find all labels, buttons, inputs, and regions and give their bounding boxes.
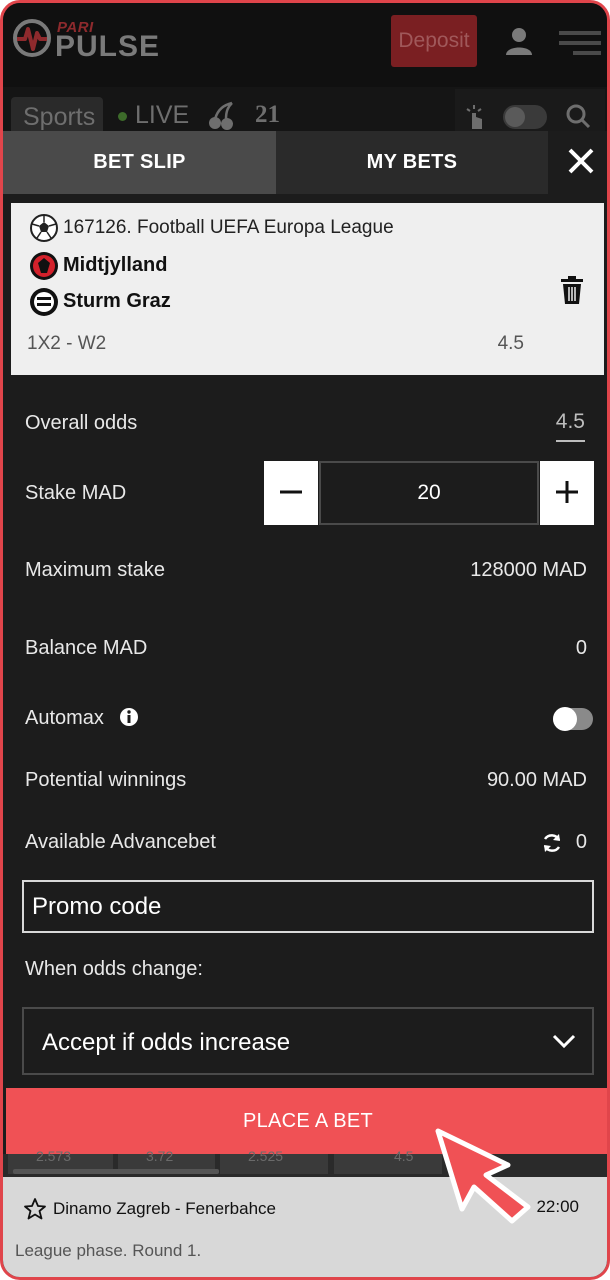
balance-label: Balance MAD <box>25 637 148 659</box>
odds-cell-value: 2.525 <box>248 1148 284 1164</box>
bet-market: 1X2 - W2 <box>27 333 107 354</box>
odds-change-selected: Accept if odds increase <box>42 1029 291 1056</box>
pointer-arrow-icon <box>435 1128 531 1224</box>
plus-icon <box>556 480 578 503</box>
bet-card: 167126. Football UEFA Europa League Midt… <box>11 203 604 375</box>
tab-bet-slip[interactable]: BET SLIP <box>3 131 276 194</box>
minus-icon <box>280 490 302 493</box>
event-title: 167126. Football UEFA Europa League <box>63 217 394 238</box>
tab-my-bets[interactable]: MY BETS <box>276 131 548 194</box>
stake-input[interactable] <box>319 461 539 525</box>
logo-text-pulse: PULSE <box>55 30 161 63</box>
automax-toggle[interactable] <box>553 707 593 731</box>
toggle-knob <box>553 707 577 731</box>
menu-icon[interactable] <box>559 31 601 55</box>
team-away-name: Sturm Graz <box>63 290 171 312</box>
sturm-graz-logo-icon <box>30 288 58 316</box>
potential-winnings-value: 90.00 MAD <box>486 769 587 791</box>
football-icon <box>30 214 58 242</box>
close-icon <box>568 148 593 174</box>
nav-21[interactable]: 21 <box>255 101 280 129</box>
tap-icon[interactable] <box>461 103 487 133</box>
overall-odds-label: Overall odds <box>25 412 138 434</box>
nav-sports-label: Sports <box>23 103 96 131</box>
max-stake-value: 128000 MAD <box>470 559 587 581</box>
chevron-down-icon <box>552 1034 576 1049</box>
stake-label: Stake MAD <box>25 482 127 504</box>
star-icon[interactable] <box>23 1197 47 1221</box>
deposit-button[interactable]: Deposit <box>391 15 477 67</box>
odds-cell: 2.525 <box>220 1148 328 1174</box>
balance-value: 0 <box>575 637 587 659</box>
refresh-icon[interactable] <box>541 832 563 854</box>
odds-cell-value: 4.5 <box>394 1148 414 1164</box>
odds-cell: 4.5 <box>334 1148 442 1174</box>
trash-icon[interactable] <box>561 276 583 304</box>
stake-decrease-button[interactable] <box>264 461 318 525</box>
odds-cell-value: 3.72 <box>146 1148 174 1164</box>
stake-increase-button[interactable] <box>540 461 594 525</box>
advancebet-label: Available Advancebet <box>25 831 216 853</box>
pari-pulse-logo-icon <box>13 19 51 57</box>
cherry-icon[interactable] <box>206 101 236 131</box>
search-icon[interactable] <box>565 103 591 129</box>
match-time: 22:00 <box>536 1197 579 1216</box>
odds-change-label: When odds change: <box>25 958 203 980</box>
info-icon[interactable] <box>119 707 139 727</box>
match-round: League phase. Round 1. <box>15 1241 202 1260</box>
nav-live[interactable]: LIVE <box>135 101 189 130</box>
odds-cell-value: 2.573 <box>36 1148 72 1164</box>
automax-label: Automax <box>25 707 104 729</box>
midtjylland-logo-icon <box>30 252 58 280</box>
close-button[interactable] <box>548 131 607 194</box>
horizontal-scrollbar[interactable] <box>13 1169 219 1174</box>
match-name: Dinamo Zagreb - Fenerbahce <box>53 1199 277 1218</box>
phone-frame: PARI PULSE Deposit Sports LIVE 21 BET SL… <box>0 0 610 1280</box>
user-icon[interactable] <box>503 25 535 57</box>
advancebet-value: 0 <box>575 831 587 853</box>
odds-change-select[interactable]: Accept if odds increase <box>22 1007 594 1075</box>
overall-odds-value: 4.5 <box>555 410 585 442</box>
potential-winnings-label: Potential winnings <box>25 769 187 791</box>
promo-code-input[interactable] <box>22 880 594 933</box>
team-home-name: Midtjylland <box>63 254 168 276</box>
live-indicator-icon <box>118 112 127 121</box>
bet-odds: 4.5 <box>497 333 524 354</box>
theme-toggle[interactable] <box>503 105 547 129</box>
max-stake-label: Maximum stake <box>25 559 166 581</box>
